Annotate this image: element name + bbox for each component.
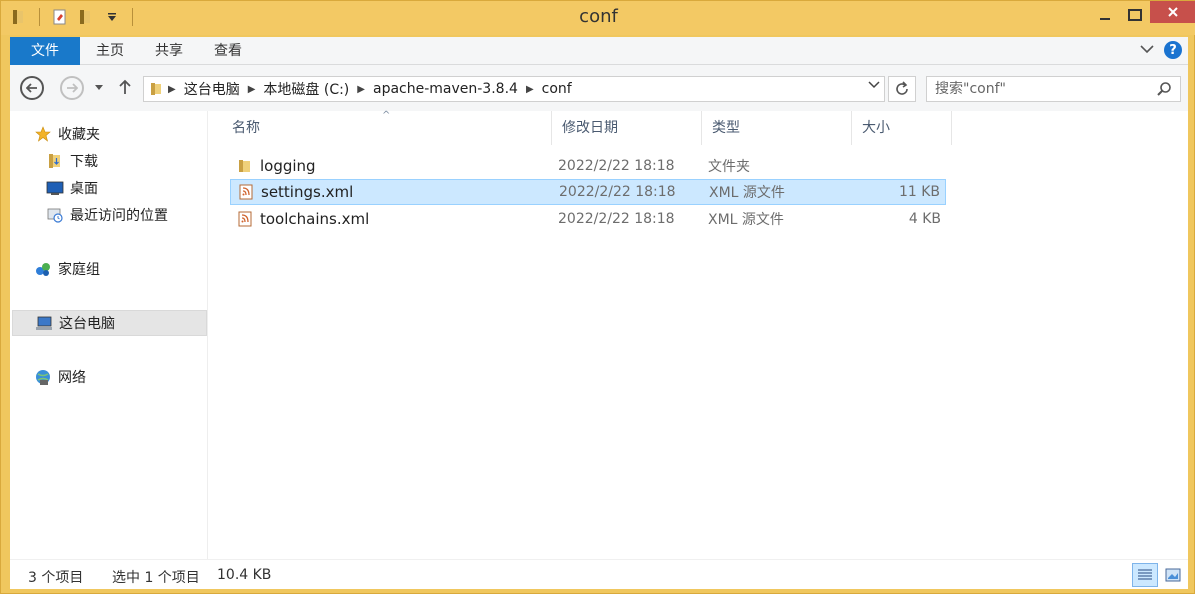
file-date: 2022/2/22 18:18	[558, 158, 675, 174]
window-title: conf	[579, 6, 618, 27]
star-icon	[34, 125, 52, 143]
up-button[interactable]	[118, 79, 132, 95]
forward-button[interactable]	[60, 76, 84, 100]
window-controls	[1090, 1, 1195, 29]
forward-arrow-icon	[60, 76, 84, 100]
desktop-icon	[46, 179, 64, 197]
network-icon	[34, 368, 52, 386]
close-button[interactable]	[1150, 1, 1195, 23]
breadcrumb-maven[interactable]: apache-maven-3.8.4	[367, 81, 524, 97]
refresh-icon	[896, 81, 908, 95]
file-type: 文件夹	[708, 159, 750, 175]
ribbon-tab-bar: 文件 主页 共享 查看 ?	[10, 37, 1188, 65]
title-bar: conf	[1, 1, 1195, 35]
address-history-dropdown[interactable]	[868, 80, 880, 93]
column-header-name[interactable]: 名称 ^	[222, 110, 552, 145]
recent-places-icon	[46, 206, 64, 224]
details-view-button[interactable]	[1132, 563, 1158, 587]
navigation-bar: ▶ 这台电脑 ▶ 本地磁盘 (C:) ▶ apache-maven-3.8.4 …	[10, 65, 1188, 111]
tab-share[interactable]: 共享	[147, 37, 191, 65]
file-name: toolchains.xml	[260, 210, 370, 228]
back-button[interactable]	[20, 76, 44, 100]
computer-icon	[35, 314, 53, 332]
details-view-icon	[1138, 569, 1152, 580]
sidebar-item-label: 收藏夹	[58, 127, 100, 143]
expand-ribbon-icon[interactable]	[1140, 42, 1154, 58]
chevron-right-icon[interactable]: ▶	[166, 84, 178, 95]
ribbon-right-controls: ?	[1140, 41, 1182, 59]
file-type: XML 源文件	[708, 212, 784, 228]
sidebar-item-label: 这台电脑	[59, 316, 115, 332]
minimize-button[interactable]	[1090, 1, 1120, 29]
sidebar-item-homegroup[interactable]: 家庭组	[34, 256, 100, 282]
file-date: 2022/2/22 18:18	[559, 184, 676, 200]
chevron-right-icon[interactable]: ▶	[524, 84, 536, 95]
sidebar-item-label: 桌面	[70, 181, 98, 197]
column-header-label: 名称	[232, 120, 260, 136]
folder-icon	[236, 157, 254, 175]
file-size: 4 KB	[908, 211, 941, 227]
breadcrumb-local-disk[interactable]: 本地磁盘 (C:)	[257, 79, 355, 99]
file-size: 11 KB	[898, 184, 940, 200]
file-list: 名称 ^ 修改日期 类型 大小 logging 2022/2/22 18:18 …	[222, 110, 962, 559]
tab-home[interactable]: 主页	[88, 37, 132, 65]
sidebar-item-label: 最近访问的位置	[70, 208, 168, 224]
download-folder-icon	[46, 152, 64, 170]
selection-size: 10.4 KB	[217, 567, 272, 583]
file-type: XML 源文件	[709, 185, 785, 201]
folder-icon	[148, 80, 166, 98]
status-bar: 3 个项目 选中 1 个项目 10.4 KB	[10, 559, 1188, 589]
back-arrow-icon	[20, 76, 44, 100]
sidebar-item-recent-places[interactable]: 最近访问的位置	[46, 202, 168, 228]
sidebar-item-label: 网络	[58, 370, 86, 386]
breadcrumb-conf[interactable]: conf	[536, 81, 578, 97]
search-icon[interactable]	[1156, 81, 1172, 101]
item-count: 3 个项目	[28, 570, 84, 586]
maximize-button[interactable]	[1120, 1, 1150, 29]
recent-locations-dropdown[interactable]	[94, 83, 104, 91]
large-icons-view-icon	[1165, 568, 1181, 582]
tab-view[interactable]: 查看	[206, 37, 250, 65]
chevron-right-icon[interactable]: ▶	[246, 84, 258, 95]
address-bar[interactable]: ▶ 这台电脑 ▶ 本地磁盘 (C:) ▶ apache-maven-3.8.4 …	[143, 76, 885, 102]
content-area: 收藏夹 下载 桌面 最近访问的位置 家庭组 这台电脑 网络 名称 ^ 修改日期 …	[10, 110, 1188, 559]
sidebar-item-this-pc[interactable]: 这台电脑	[12, 310, 207, 336]
search-input[interactable]	[927, 77, 1147, 101]
help-icon[interactable]: ?	[1164, 41, 1182, 59]
selection-count: 选中 1 个项目	[112, 570, 200, 586]
navigation-pane: 收藏夹 下载 桌面 最近访问的位置 家庭组 这台电脑 网络	[10, 111, 208, 559]
chevron-right-icon[interactable]: ▶	[355, 84, 367, 95]
refresh-button[interactable]	[888, 76, 916, 102]
file-name-cell: toolchains.xml	[236, 210, 369, 228]
sidebar-item-downloads[interactable]: 下载	[46, 148, 98, 174]
sidebar-item-label: 家庭组	[58, 262, 100, 278]
file-row-settings-xml[interactable]: settings.xml 2022/2/22 18:18 XML 源文件 11 …	[230, 179, 946, 205]
tab-file[interactable]: 文件	[10, 37, 80, 65]
explorer-window: conf 文件 主页 共享 查看 ? ▶ 这台电脑 ▶ 本地磁盘 (C:) ▶ …	[0, 0, 1195, 594]
column-header-date[interactable]: 修改日期	[552, 111, 702, 145]
large-icons-view-button[interactable]	[1160, 563, 1186, 587]
sort-ascending-icon: ^	[382, 110, 391, 121]
sidebar-item-desktop[interactable]: 桌面	[46, 175, 98, 201]
homegroup-icon	[34, 260, 52, 278]
file-name-cell: settings.xml	[237, 183, 353, 201]
sidebar-item-favorites[interactable]: 收藏夹	[34, 121, 100, 147]
sidebar-item-label: 下载	[70, 154, 98, 170]
file-date: 2022/2/22 18:18	[558, 211, 675, 227]
column-header-type[interactable]: 类型	[702, 111, 852, 145]
file-row-toolchains-xml[interactable]: toolchains.xml 2022/2/22 18:18 XML 源文件 4…	[230, 206, 946, 232]
xml-file-icon	[237, 183, 255, 201]
file-name-cell: logging	[236, 157, 316, 175]
search-box[interactable]	[926, 76, 1181, 102]
sidebar-item-network[interactable]: 网络	[34, 364, 86, 390]
file-name: logging	[260, 157, 316, 175]
xml-file-icon	[236, 210, 254, 228]
file-name: settings.xml	[261, 183, 354, 201]
file-row-logging[interactable]: logging 2022/2/22 18:18 文件夹	[230, 153, 946, 179]
column-header-size[interactable]: 大小	[852, 111, 952, 145]
breadcrumb-this-pc[interactable]: 这台电脑	[178, 79, 246, 99]
